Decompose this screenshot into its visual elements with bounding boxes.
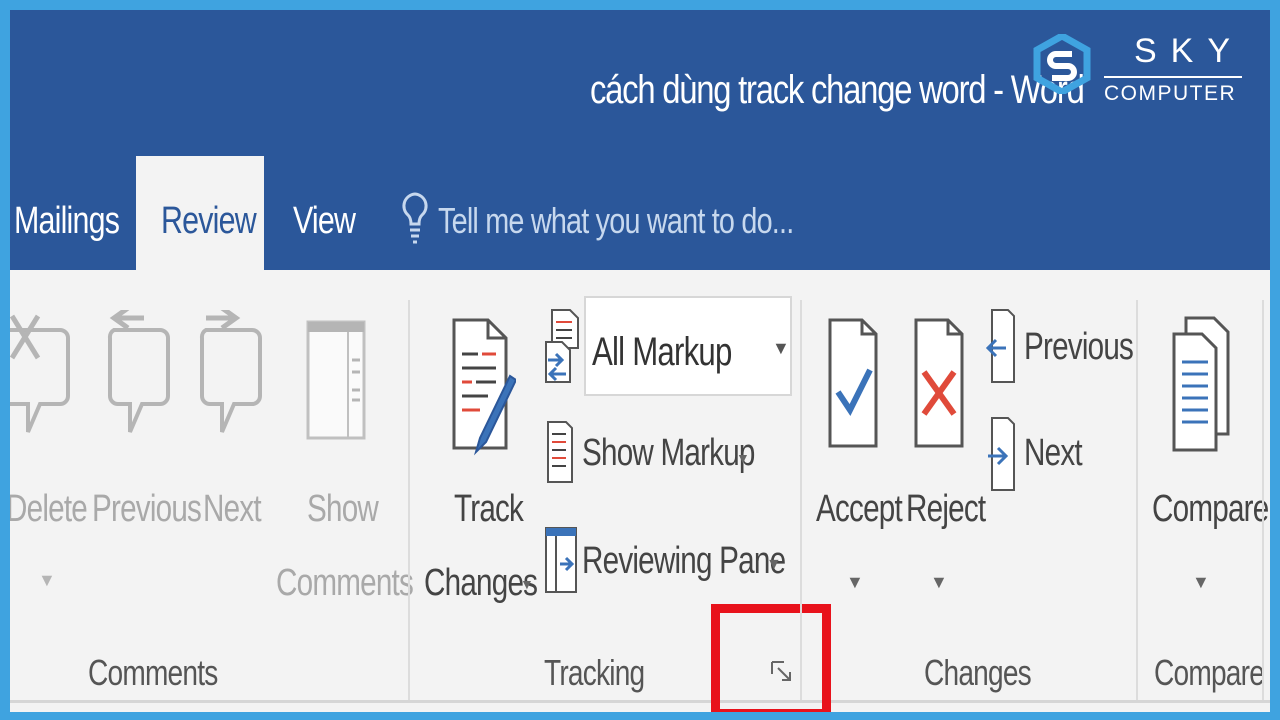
window-title: cách dùng track change word - Word xyxy=(590,68,1085,112)
group-label-compare: Compare xyxy=(1154,652,1265,693)
sky-logo-icon xyxy=(1033,34,1091,94)
track-changes-label-1[interactable]: Track xyxy=(454,488,524,531)
next-comment-icon xyxy=(199,310,262,433)
previous-change-icon xyxy=(986,309,1015,383)
track-changes-icon xyxy=(452,318,516,456)
group-separator xyxy=(800,300,802,700)
markup-select-value: All Markup xyxy=(592,330,732,374)
compare-icon xyxy=(1172,316,1230,452)
group-separator xyxy=(1136,300,1138,700)
previous-change-button[interactable]: Previous xyxy=(1024,326,1134,369)
ribbon-bottom-border xyxy=(10,700,1270,703)
accept-icon xyxy=(828,318,878,448)
brand-name-top: SKY xyxy=(1134,32,1245,70)
previous-comment-icon xyxy=(107,310,170,433)
delete-dropdown-arrow[interactable]: ▼ xyxy=(38,570,56,591)
reject-button[interactable]: Reject xyxy=(906,488,986,531)
dialog-launcher-icon[interactable] xyxy=(770,660,794,684)
reject-dropdown-arrow[interactable]: ▼ xyxy=(930,572,948,593)
markup-select[interactable]: All Markup ▼ xyxy=(584,296,792,396)
group-separator xyxy=(408,300,410,700)
show-comments-label-2[interactable]: Comments xyxy=(276,562,414,605)
group-label-changes: Changes xyxy=(924,652,1032,693)
tab-review[interactable]: Review xyxy=(161,200,257,243)
compare-button[interactable]: Compare xyxy=(1152,488,1269,531)
next-change-icon xyxy=(988,417,1015,491)
next-comment-button[interactable]: Next xyxy=(203,488,262,531)
accept-button[interactable]: Accept xyxy=(816,488,903,531)
show-markup-icon xyxy=(547,421,573,483)
previous-comment-button[interactable]: Previous xyxy=(92,488,202,531)
tab-view[interactable]: View xyxy=(293,200,356,243)
tab-mailings[interactable]: Mailings xyxy=(14,200,120,243)
app-frame: cách dùng track change word - Word SKY C… xyxy=(10,10,1270,712)
sky-computer-watermark: SKY COMPUTER xyxy=(1032,32,1252,112)
next-change-button[interactable]: Next xyxy=(1024,432,1083,475)
dialog-launcher-highlight xyxy=(711,604,831,712)
compare-dropdown-arrow[interactable]: ▼ xyxy=(1192,572,1210,593)
reject-icon xyxy=(914,318,964,448)
track-changes-dropdown-arrow[interactable]: ▼ xyxy=(520,576,534,592)
reviewing-pane-button[interactable]: Reviewing Pane xyxy=(582,540,786,583)
delete-comment-button[interactable]: Delete xyxy=(10,488,88,531)
delete-comment-icon xyxy=(10,314,70,433)
lightbulb-icon[interactable] xyxy=(400,190,430,254)
reviewing-pane-icon xyxy=(545,527,577,593)
chevron-down-icon[interactable]: ▼ xyxy=(772,338,790,359)
show-markup-button[interactable]: Show Markup xyxy=(582,432,755,475)
accept-dropdown-arrow[interactable]: ▼ xyxy=(846,572,864,593)
title-bar: cách dùng track change word - Word SKY C… xyxy=(10,10,1270,286)
show-markup-dropdown-arrow[interactable]: ▼ xyxy=(736,450,750,466)
show-comments-icon xyxy=(306,320,366,440)
group-separator xyxy=(1262,300,1264,700)
brand-divider xyxy=(1104,76,1242,78)
group-label-comments: Comments xyxy=(88,652,218,693)
tell-me-search[interactable]: Tell me what you want to do... xyxy=(438,200,794,242)
group-label-tracking: Tracking xyxy=(544,652,645,693)
brand-name-bottom: COMPUTER xyxy=(1104,82,1237,105)
reviewing-pane-dropdown-arrow[interactable]: ▼ xyxy=(766,556,782,574)
show-comments-label-1[interactable]: Show xyxy=(307,488,379,531)
display-for-review-icon xyxy=(545,309,579,383)
